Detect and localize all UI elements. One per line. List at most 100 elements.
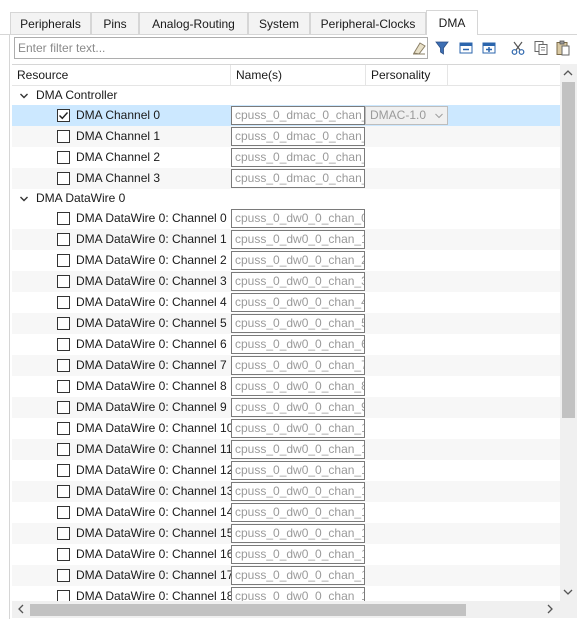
tree-item-row[interactable]: DMA DataWire 0: Channel 9 cpuss_0_dw0_0_c…	[12, 397, 560, 418]
tree-item-row[interactable]: DMA DataWire 0: Channel 13 cpuss_0_dw0_0_…	[12, 481, 560, 502]
instance-name-field[interactable]: cpuss_0_dw0_0_chan_8	[231, 377, 365, 396]
instance-name-field[interactable]: cpuss_0_dw0_0_chan_12	[231, 461, 365, 480]
enable-checkbox[interactable]	[57, 527, 70, 540]
tree-item-row[interactable]: DMA DataWire 0: Channel 4 cpuss_0_dw0_0_c…	[12, 292, 560, 313]
instance-name-field[interactable]: cpuss_0_dw0_0_chan_9	[231, 398, 365, 417]
instance-name-field[interactable]: cpuss_0_dmac_0_chan_1	[231, 127, 365, 146]
enable-checkbox[interactable]	[57, 254, 70, 267]
tree-item-row[interactable]: DMA DataWire 0: Channel 16 cpuss_0_dw0_0_…	[12, 544, 560, 565]
tree-item-row[interactable]: DMA DataWire 0: Channel 7 cpuss_0_dw0_0_c…	[12, 355, 560, 376]
resource-label: DMA DataWire 0: Channel 13	[76, 484, 234, 498]
enable-checkbox[interactable]	[57, 590, 70, 601]
tree-item-row[interactable]: DMA Channel 2 cpuss_0_dmac_0_chan_2	[12, 147, 560, 168]
enable-checkbox[interactable]	[57, 151, 70, 164]
cut-icon[interactable]	[510, 40, 526, 56]
column-header-resource[interactable]: Resource	[12, 65, 231, 86]
chevron-down-icon	[435, 113, 443, 119]
clear-filter-icon[interactable]	[411, 40, 427, 56]
enable-checkbox[interactable]	[57, 212, 70, 225]
instance-name-field[interactable]: cpuss_0_dw0_0_chan_4	[231, 293, 365, 312]
tree-item-row[interactable]: DMA DataWire 0: Channel 10 cpuss_0_dw0_0_…	[12, 418, 560, 439]
copy-icon[interactable]	[533, 40, 549, 56]
tab-system[interactable]: System	[248, 12, 310, 35]
scroll-left-icon[interactable]	[16, 604, 26, 614]
enable-checkbox[interactable]	[57, 172, 70, 185]
enable-checkbox[interactable]	[57, 275, 70, 288]
scroll-right-icon[interactable]	[545, 604, 555, 614]
tree-item-row[interactable]: DMA Channel 3 cpuss_0_dmac_0_chan_3	[12, 168, 560, 189]
tab-dma[interactable]: DMA	[426, 10, 478, 35]
tree-item-row[interactable]: DMA DataWire 0: Channel 14 cpuss_0_dw0_0_…	[12, 502, 560, 523]
tree-item-row[interactable]: DMA Channel 0 cpuss_0_dmac_0_chan_0 DMAC-1…	[12, 105, 560, 126]
instance-name-field[interactable]: cpuss_0_dw0_0_chan_11	[231, 440, 365, 459]
instance-name-field[interactable]: cpuss_0_dw0_0_chan_15	[231, 524, 365, 543]
tree-item-row[interactable]: DMA DataWire 0: Channel 12 cpuss_0_dw0_0_…	[12, 460, 560, 481]
expand-all-icon[interactable]	[481, 40, 497, 56]
tree-group-row[interactable]: DMA Controller	[12, 86, 560, 105]
enable-checkbox[interactable]	[57, 109, 70, 122]
column-header-personality[interactable]: Personality	[366, 65, 448, 86]
instance-name-field[interactable]: cpuss_0_dw0_0_chan_0	[231, 209, 365, 228]
tree-item-row[interactable]: DMA DataWire 0: Channel 17 cpuss_0_dw0_0_…	[12, 565, 560, 586]
instance-name-field[interactable]: cpuss_0_dmac_0_chan_0	[231, 106, 365, 125]
scroll-up-icon[interactable]	[563, 68, 573, 78]
enable-checkbox[interactable]	[57, 422, 70, 435]
enable-checkbox[interactable]	[57, 233, 70, 246]
chevron-down-icon[interactable]	[19, 194, 29, 204]
tab-peripherals[interactable]: Peripherals	[10, 12, 91, 35]
tab-analog-routing[interactable]: Analog-Routing	[139, 12, 248, 35]
enable-checkbox[interactable]	[57, 506, 70, 519]
instance-name-field[interactable]: cpuss_0_dw0_0_chan_14	[231, 503, 365, 522]
instance-name-field[interactable]: cpuss_0_dw0_0_chan_3	[231, 272, 365, 291]
collapse-all-icon[interactable]	[458, 40, 474, 56]
instance-name-field[interactable]: cpuss_0_dmac_0_chan_3	[231, 169, 365, 188]
horizontal-scroll-thumb[interactable]	[30, 604, 466, 616]
enable-checkbox[interactable]	[57, 130, 70, 143]
paste-icon[interactable]	[555, 40, 571, 56]
instance-name-field[interactable]: cpuss_0_dw0_0_chan_6	[231, 335, 365, 354]
tree-item-row[interactable]: DMA Channel 1 cpuss_0_dmac_0_chan_1	[12, 126, 560, 147]
enable-checkbox[interactable]	[57, 443, 70, 456]
personality-select[interactable]: DMAC-1.0	[365, 106, 448, 125]
instance-name-field[interactable]: cpuss_0_dw0_0_chan_16	[231, 545, 365, 564]
chevron-down-icon[interactable]	[19, 91, 29, 101]
tree-item-row[interactable]: DMA DataWire 0: Channel 3 cpuss_0_dw0_0_c…	[12, 271, 560, 292]
tree-item-row[interactable]: DMA DataWire 0: Channel 2 cpuss_0_dw0_0_c…	[12, 250, 560, 271]
filter-input[interactable]	[14, 37, 428, 59]
enable-checkbox[interactable]	[57, 359, 70, 372]
tree-item-row[interactable]: DMA DataWire 0: Channel 1 cpuss_0_dw0_0_c…	[12, 229, 560, 250]
tree-item-row[interactable]: DMA DataWire 0: Channel 11 cpuss_0_dw0_0_…	[12, 439, 560, 460]
enable-checkbox[interactable]	[57, 464, 70, 477]
enable-checkbox[interactable]	[57, 569, 70, 582]
instance-name-field[interactable]: cpuss_0_dw0_0_chan_7	[231, 356, 365, 375]
enable-checkbox[interactable]	[57, 401, 70, 414]
tree-item-row[interactable]: DMA DataWire 0: Channel 0 cpuss_0_dw0_0_c…	[12, 208, 560, 229]
enable-checkbox[interactable]	[57, 338, 70, 351]
instance-name-field[interactable]: cpuss_0_dmac_0_chan_2	[231, 148, 365, 167]
enable-checkbox[interactable]	[57, 296, 70, 309]
tab-pins[interactable]: Pins	[91, 12, 139, 35]
tree-item-row[interactable]: DMA DataWire 0: Channel 5 cpuss_0_dw0_0_c…	[12, 313, 560, 334]
tree-item-row[interactable]: DMA DataWire 0: Channel 6 cpuss_0_dw0_0_c…	[12, 334, 560, 355]
tree-item-row[interactable]: DMA DataWire 0: Channel 15 cpuss_0_dw0_0_…	[12, 523, 560, 544]
tab-peripheral-clocks[interactable]: Peripheral-Clocks	[310, 12, 426, 35]
resource-tree: Resource Name(s) Personality DMA Control…	[12, 64, 577, 619]
column-header-names[interactable]: Name(s)	[231, 65, 366, 86]
scroll-down-icon[interactable]	[563, 587, 573, 597]
instance-name-field[interactable]: cpuss_0_dw0_0_chan_5	[231, 314, 365, 333]
instance-name-field[interactable]: cpuss_0_dw0_0_chan_2	[231, 251, 365, 270]
tree-item-row[interactable]: DMA DataWire 0: Channel 18 cpuss_0_dw0_0_…	[12, 586, 560, 601]
instance-name-field[interactable]: cpuss_0_dw0_0_chan_17	[231, 566, 365, 585]
instance-name-field[interactable]: cpuss_0_dw0_0_chan_18	[231, 587, 365, 601]
instance-name-field[interactable]: cpuss_0_dw0_0_chan_10	[231, 419, 365, 438]
tree-group-row[interactable]: DMA DataWire 0	[12, 189, 560, 208]
vertical-scroll-thumb[interactable]	[562, 82, 575, 418]
instance-name-field[interactable]: cpuss_0_dw0_0_chan_13	[231, 482, 365, 501]
tree-item-row[interactable]: DMA DataWire 0: Channel 8 cpuss_0_dw0_0_c…	[12, 376, 560, 397]
enable-checkbox[interactable]	[57, 317, 70, 330]
instance-name-field[interactable]: cpuss_0_dw0_0_chan_1	[231, 230, 365, 249]
filter-icon[interactable]	[434, 40, 450, 56]
enable-checkbox[interactable]	[57, 485, 70, 498]
enable-checkbox[interactable]	[57, 380, 70, 393]
enable-checkbox[interactable]	[57, 548, 70, 561]
